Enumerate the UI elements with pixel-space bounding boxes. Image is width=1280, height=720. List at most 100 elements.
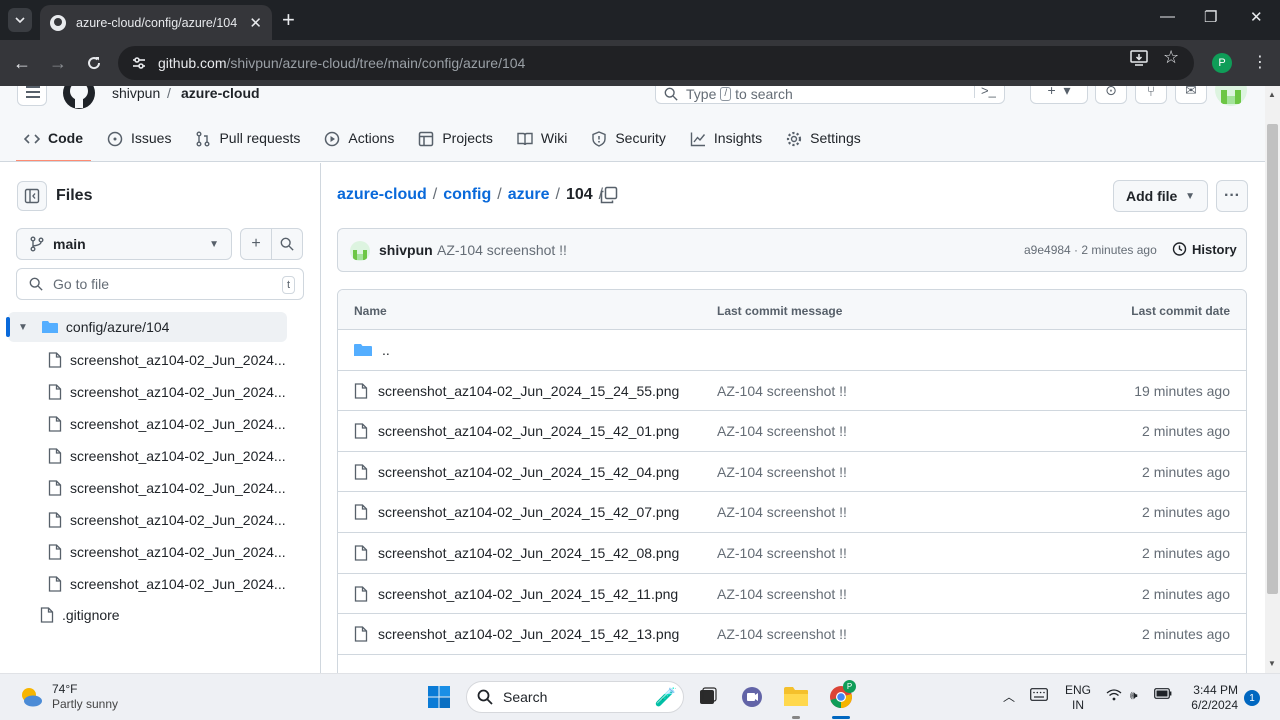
branch-selector[interactable]: main ▼ [16, 228, 232, 260]
file-name-link[interactable]: screenshot_az104-02_Jun_2024_15_42_04.pn… [378, 464, 679, 480]
table-row[interactable]: screenshot_az104-02_Jun_2024_15_42_07.pn… [338, 492, 1246, 533]
tree-file-item[interactable]: screenshot_az104-02_Jun_2024... [48, 572, 286, 596]
commit-message[interactable]: AZ-104 screenshot !! [437, 242, 567, 258]
file-commit-message[interactable]: AZ-104 screenshot !! [717, 464, 847, 480]
minimize-icon[interactable]: — [1160, 8, 1175, 25]
tray-overflow-icon[interactable]: ︿ [1003, 688, 1015, 705]
new-tab-button[interactable]: + [282, 8, 295, 32]
commit-author[interactable]: shivpun [379, 242, 433, 258]
tree-file-item[interactable]: screenshot_az104-02_Jun_2024... [48, 348, 286, 372]
table-row-parent[interactable]: .. [338, 330, 1246, 371]
tab-search-button[interactable] [8, 8, 32, 32]
tree-file-item[interactable]: screenshot_az104-02_Jun_2024... [48, 476, 286, 500]
add-file-plus-button[interactable]: + [240, 228, 272, 260]
tab-close-icon[interactable]: ✕ [249, 14, 262, 32]
task-view-icon[interactable] [693, 683, 721, 711]
more-options-button[interactable]: ··· [1216, 180, 1248, 212]
tree-file-item[interactable]: screenshot_az104-02_Jun_2024... [48, 444, 286, 468]
scroll-up-icon[interactable]: ▲ [1268, 90, 1276, 99]
taskbar-search[interactable]: Search 🧪 [466, 681, 684, 713]
tab-security[interactable]: Security [583, 124, 674, 161]
notification-badge[interactable]: 1 [1244, 690, 1260, 706]
scrollbar-thumb[interactable] [1267, 124, 1278, 594]
windows-start-icon[interactable] [425, 683, 453, 711]
command-palette-icon[interactable]: >_ [974, 86, 998, 98]
pull-requests-icon[interactable]: ⑂ [1135, 86, 1167, 104]
restore-icon[interactable]: ❐ [1204, 8, 1217, 26]
tree-file-item[interactable]: screenshot_az104-02_Jun_2024... [48, 412, 286, 436]
table-row[interactable]: screenshot_az104-02_Jun_2024_15_42_11.pn… [338, 574, 1246, 615]
tree-file-item[interactable]: screenshot_az104-02_Jun_2024... [48, 380, 286, 404]
back-arrow-icon[interactable]: ← [10, 51, 34, 75]
file-commit-message[interactable]: AZ-104 screenshot !! [717, 545, 847, 561]
window-close-icon[interactable]: ✕ [1250, 8, 1263, 26]
file-commit-message[interactable]: AZ-104 screenshot !! [717, 383, 847, 399]
tab-projects[interactable]: Projects [410, 124, 501, 161]
file-name-link[interactable]: screenshot_az104-02_Jun_2024_15_42_08.pn… [378, 545, 679, 561]
scroll-down-icon[interactable]: ▼ [1268, 659, 1276, 668]
tree-folder-current[interactable]: ▼ config/azure/104 [6, 312, 287, 342]
add-file-button[interactable]: Add file ▼ [1113, 180, 1208, 212]
inbox-icon[interactable]: ✉ [1175, 86, 1207, 104]
battery-icon[interactable] [1154, 688, 1172, 702]
repo-name-link[interactable]: azure-cloud [181, 86, 260, 101]
hamburger-menu-icon[interactable] [17, 86, 47, 106]
table-row[interactable]: screenshot_az104-02_Jun_2024_15_42_04.pn… [338, 452, 1246, 493]
repo-owner-link[interactable]: shivpun [112, 86, 160, 101]
file-commit-message[interactable]: AZ-104 screenshot !! [717, 626, 847, 642]
user-avatar[interactable] [1215, 86, 1247, 106]
reload-icon[interactable] [82, 51, 106, 75]
tab-issues[interactable]: Issues [99, 124, 179, 161]
teams-chat-icon[interactable] [738, 683, 766, 711]
browser-menu-icon[interactable]: ⋮ [1252, 52, 1268, 72]
breadcrumb-repo-link[interactable]: azure-cloud [337, 186, 427, 204]
tab-wiki[interactable]: Wiki [509, 124, 575, 161]
file-commit-message[interactable]: AZ-104 screenshot !! [717, 423, 847, 439]
global-search-input[interactable]: Type / to search >_ [655, 86, 1005, 104]
breadcrumb-config-link[interactable]: config [443, 186, 491, 204]
file-commit-message[interactable]: AZ-104 screenshot !! [717, 586, 847, 602]
system-clock[interactable]: 3:44 PM 6/2/2024 [1186, 683, 1238, 713]
install-app-icon[interactable] [1130, 50, 1148, 71]
file-name-link[interactable]: screenshot_az104-02_Jun_2024_15_42_13.pn… [378, 626, 679, 642]
browser-tab-active[interactable]: azure-cloud/config/azure/104 a ✕ [40, 5, 272, 40]
history-button[interactable]: History [1171, 241, 1237, 257]
chrome-icon[interactable]: P [827, 680, 856, 711]
copy-path-icon[interactable] [600, 186, 618, 204]
tab-code[interactable]: Code [16, 124, 91, 161]
create-new-button[interactable]: + ▾ [1030, 86, 1088, 104]
forward-arrow-icon[interactable]: → [46, 51, 70, 75]
language-indicator[interactable]: ENG IN [1065, 683, 1091, 713]
file-name-link[interactable]: screenshot_az104-02_Jun_2024_15_42_01.pn… [378, 423, 679, 439]
tab-settings[interactable]: Settings [778, 124, 869, 161]
table-row[interactable]: screenshot_az104-02_Jun_2024_15_42_01.pn… [338, 411, 1246, 452]
wifi-icon[interactable] [1106, 688, 1122, 704]
tab-insights[interactable]: Insights [682, 124, 770, 161]
commit-author-avatar[interactable] [350, 241, 370, 261]
collapse-sidebar-button[interactable] [17, 181, 47, 211]
address-bar[interactable]: github.com/shivpun/azure-cloud/tree/main… [118, 46, 1194, 80]
commit-hash-time[interactable]: a9e4984 · 2 minutes ago [1024, 243, 1157, 257]
file-name-link[interactable]: screenshot_az104-02_Jun_2024_15_42_11.pn… [378, 586, 678, 602]
table-row[interactable]: screenshot_az104-02_Jun_2024_15_42_13.pn… [338, 614, 1246, 655]
weather-widget[interactable]: 74°F Partly sunny [18, 682, 118, 712]
tree-file-item[interactable]: screenshot_az104-02_Jun_2024... [48, 508, 286, 532]
tree-file-gitignore[interactable]: .gitignore [40, 603, 120, 627]
volume-icon[interactable]: 🕪 [1130, 688, 1138, 703]
file-name-link[interactable]: screenshot_az104-02_Jun_2024_15_24_55.pn… [378, 383, 679, 399]
file-name-link[interactable]: screenshot_az104-02_Jun_2024_15_42_07.pn… [378, 504, 679, 520]
keyboard-icon[interactable] [1030, 688, 1048, 704]
github-logo-icon[interactable] [62, 86, 96, 110]
go-to-file-input[interactable]: Go to file t [16, 268, 304, 300]
search-files-button[interactable] [271, 228, 303, 260]
table-row[interactable]: screenshot_az104-02_Jun_2024_15_42_08.pn… [338, 533, 1246, 574]
chevron-down-icon[interactable]: ▼ [18, 322, 28, 333]
issues-icon[interactable]: ⊙ [1095, 86, 1127, 104]
profile-avatar[interactable]: P [1212, 53, 1232, 73]
bookmark-star-icon[interactable]: ☆ [1163, 47, 1179, 68]
tree-file-item[interactable]: screenshot_az104-02_Jun_2024... [48, 540, 286, 564]
file-commit-message[interactable]: AZ-104 screenshot !! [717, 504, 847, 520]
table-row[interactable]: screenshot_az104-02_Jun_2024_15_24_55.pn… [338, 371, 1246, 412]
tab-actions[interactable]: Actions [316, 124, 402, 161]
tab-pull-requests[interactable]: Pull requests [187, 124, 308, 161]
